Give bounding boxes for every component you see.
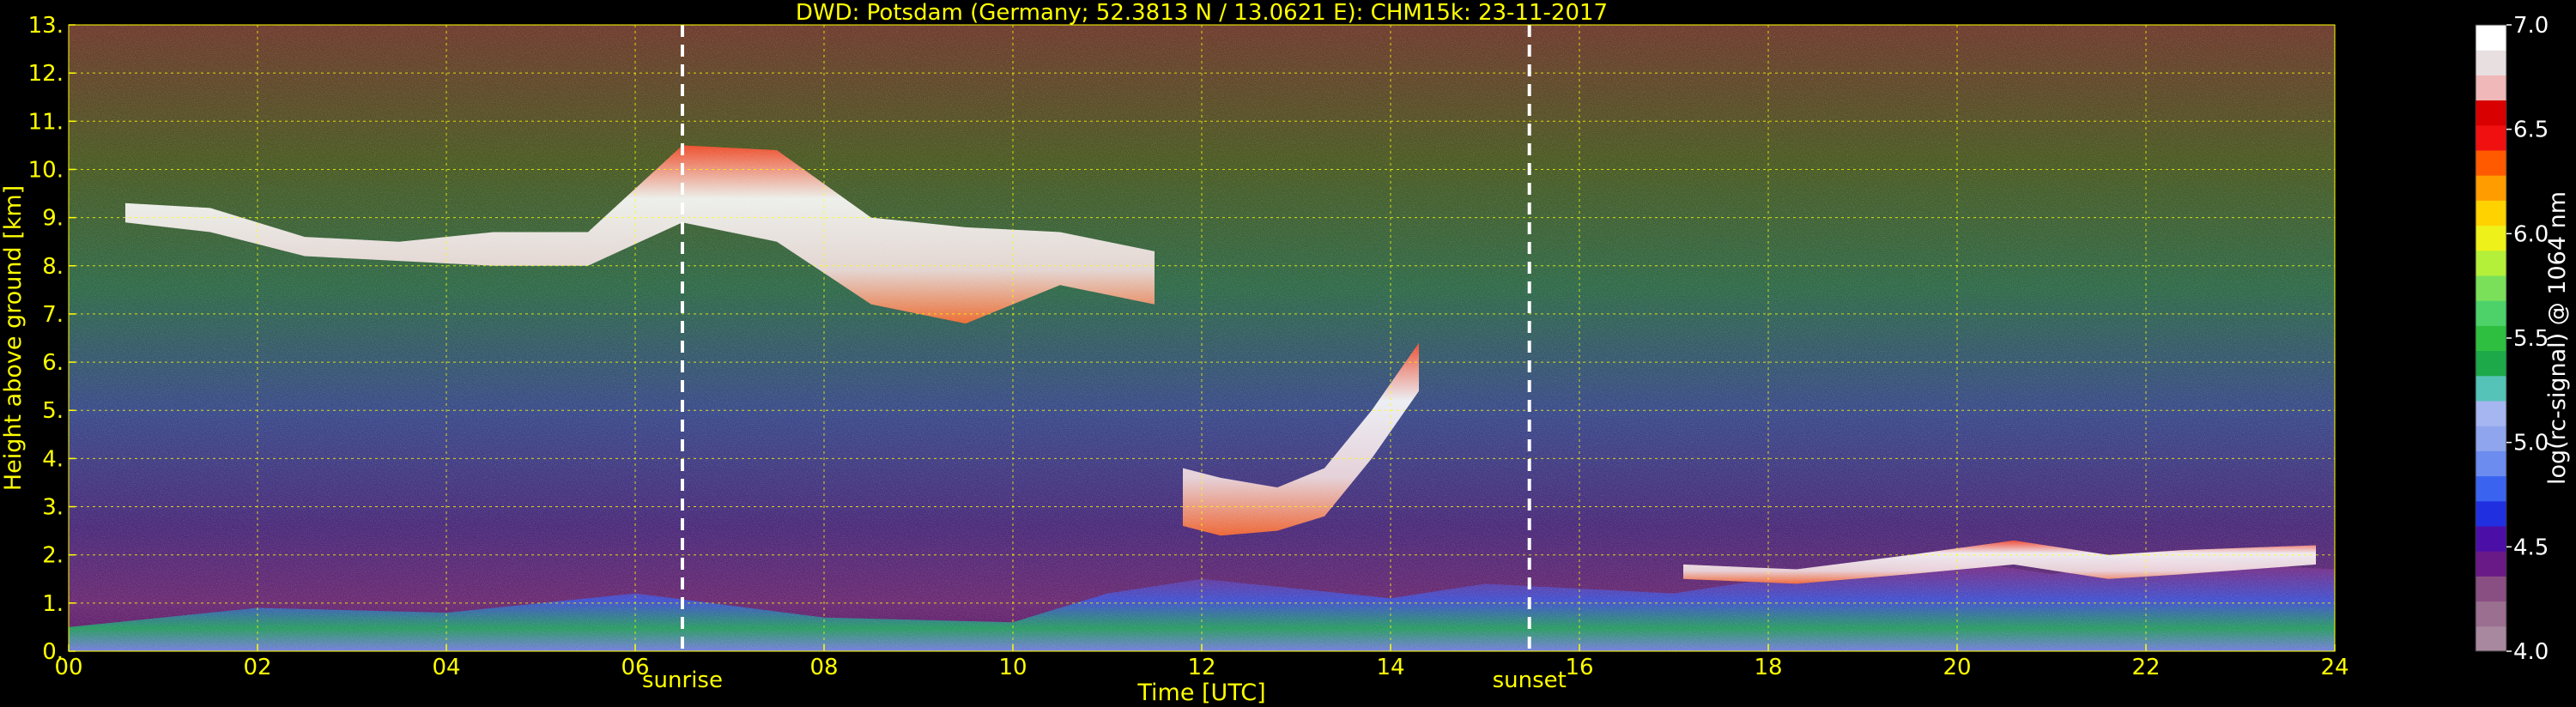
colorbar-swatch — [2476, 325, 2506, 352]
colorbar-swatch — [2476, 250, 2506, 276]
y-tick-label: 13. — [28, 13, 64, 39]
colorbar-swatch — [2476, 75, 2506, 101]
colorbar-tick-label: 7.0 — [2513, 13, 2549, 39]
colorbar-swatch — [2476, 450, 2506, 477]
y-tick-label: 0. — [42, 639, 64, 665]
colorbar-swatch — [2476, 25, 2506, 51]
y-tick-label: 4. — [42, 446, 64, 472]
x-tick-label: 12 — [1187, 655, 1215, 680]
colorbar-swatch — [2476, 601, 2506, 627]
y-tick-label: 8. — [42, 254, 64, 280]
colorbar-swatch — [2476, 551, 2506, 577]
colorbar-tick-label: 4.0 — [2513, 639, 2549, 665]
y-tick-label: 2. — [42, 543, 64, 569]
x-tick-label: 06 — [621, 655, 649, 680]
colorbar-swatch — [2476, 401, 2506, 426]
y-tick-label: 11. — [28, 109, 64, 135]
x-tick-label: 20 — [1943, 655, 1971, 680]
x-tick-label: 10 — [998, 655, 1027, 680]
colorbar-swatch — [2476, 500, 2506, 527]
chart-title: DWD: Potsdam (Germany; 52.3813 N / 13.06… — [796, 0, 1608, 26]
colorbar-swatch — [2476, 275, 2506, 301]
x-tick-label: 22 — [2131, 655, 2160, 680]
colorbar-swatch — [2476, 475, 2506, 502]
colorbar-swatch — [2476, 375, 2506, 402]
x-tick-label: 16 — [1565, 655, 1593, 680]
colorbar-swatch — [2476, 100, 2506, 126]
x-tick-label: 24 — [2320, 655, 2349, 680]
colorbar-swatch — [2476, 225, 2506, 251]
colorbar-swatch — [2476, 200, 2506, 227]
colorbar-tick-label: 4.5 — [2513, 535, 2549, 560]
colorbar-label: log(rc-signal) @ 1064 nm — [2544, 191, 2571, 485]
colorbar-swatch — [2476, 300, 2506, 326]
colorbar-swatch — [2476, 625, 2506, 652]
colorbar-swatch — [2476, 50, 2506, 76]
x-tick-label: 14 — [1376, 655, 1404, 680]
marker-label-sunrise: sunrise — [642, 668, 723, 693]
x-tick-label: 02 — [243, 655, 271, 680]
colorbar-swatch — [2476, 124, 2506, 151]
y-tick-label: 1. — [42, 591, 64, 617]
colorbar-swatch — [2476, 526, 2506, 552]
y-tick-label: 3. — [42, 495, 64, 521]
y-tick-label: 6. — [42, 350, 64, 376]
colorbar-tick-label: 6.5 — [2513, 118, 2549, 143]
y-tick-label: 10. — [28, 157, 64, 183]
marker-label-sunset: sunset — [1493, 668, 1567, 693]
y-axis-label: Height above ground [km] — [0, 185, 27, 491]
x-tick-label: 18 — [1754, 655, 1782, 680]
colorbar-swatch — [2476, 175, 2506, 201]
y-tick-label: 5. — [42, 398, 64, 424]
colorbar-swatch — [2476, 350, 2506, 377]
ceilometer-chart: sunrise sunset 00 02 04 06 08 10 12 14 16 18 20 22 24… — [0, 0, 2571, 706]
colorbar-swatch — [2476, 426, 2506, 451]
y-tick-label: 9. — [42, 206, 64, 232]
colorbar: 4.04.55.05.56.06.57.0 — [2475, 13, 2549, 665]
x-tick-label: 04 — [432, 655, 460, 680]
x-tick-label: 08 — [809, 655, 838, 680]
y-tick-label: 12. — [28, 61, 64, 87]
colorbar-swatch — [2476, 150, 2506, 176]
x-axis-label: Time [UTC] — [1136, 680, 1265, 706]
y-tick-label: 7. — [42, 302, 64, 328]
colorbar-swatch — [2476, 576, 2506, 602]
